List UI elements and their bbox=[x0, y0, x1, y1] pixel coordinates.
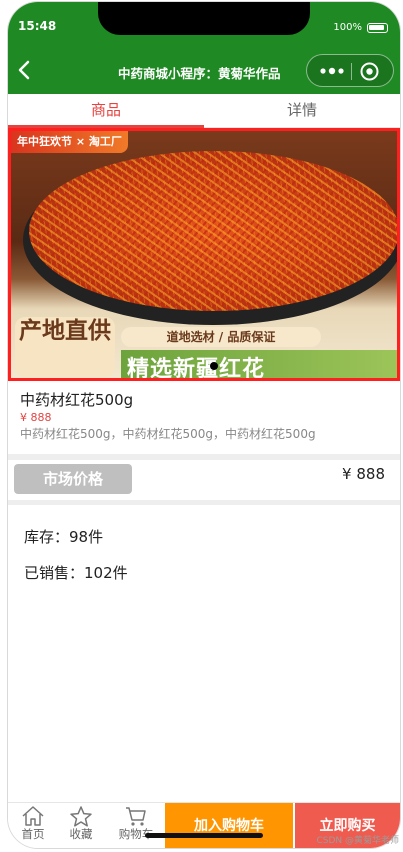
capsule-divider bbox=[351, 63, 352, 80]
safflower-image bbox=[29, 151, 397, 311]
market-price-row: 市场价格 ¥ 888 bbox=[8, 460, 400, 500]
product-info: 中药材红花500g ¥ 888 中药材红花500g，中药材红花500g，中药材红… bbox=[8, 381, 400, 454]
close-mini-program-icon[interactable] bbox=[360, 62, 379, 81]
tab-bar: 商品 详情 bbox=[8, 94, 400, 128]
hero-headline: 精选新疆红花 bbox=[127, 357, 266, 381]
nav-home[interactable]: 首页 bbox=[8, 805, 58, 841]
market-price-button[interactable]: 市场价格 bbox=[14, 464, 132, 494]
page-title: 中药商城小程序：黄菊华作品 bbox=[118, 66, 281, 81]
nav-favorite-label: 收藏 bbox=[69, 827, 93, 841]
status-time: 15:48 bbox=[18, 19, 57, 33]
product-image-carousel[interactable]: 年中狂欢节 × 淘工厂 产地直供 道地选材 / 品质保证 精选新疆红花 bbox=[8, 128, 400, 381]
carousel-indicator-dot[interactable] bbox=[210, 362, 218, 370]
star-icon bbox=[70, 806, 92, 827]
more-icon[interactable] bbox=[319, 65, 345, 77]
promo-banner: 年中狂欢节 × 淘工厂 bbox=[11, 131, 128, 153]
product-name: 中药材红花500g bbox=[20, 391, 134, 409]
cart-icon bbox=[126, 807, 146, 826]
inventory-text: 库存：98件 bbox=[24, 528, 104, 546]
watermark: CSDN @黄菊华老师 bbox=[316, 836, 399, 846]
product-price: ¥ 888 bbox=[20, 411, 52, 424]
stock-section: 库存：98件 已销售：102件 bbox=[8, 505, 400, 802]
battery-icon bbox=[367, 23, 388, 33]
nav-home-label: 首页 bbox=[21, 827, 45, 841]
tab-detail[interactable]: 详情 bbox=[204, 94, 400, 127]
back-arrow-icon[interactable] bbox=[17, 60, 31, 80]
home-indicator bbox=[145, 833, 263, 838]
add-to-cart-button[interactable]: 加入购物车 bbox=[165, 803, 293, 848]
mini-program-capsule bbox=[306, 54, 394, 87]
phone-frame: 15:48 100% 中药商城小程序：黄菊华作品 商品 详情 年中狂欢节 × 淘… bbox=[8, 2, 400, 848]
market-price-value: ¥ 888 bbox=[342, 465, 385, 483]
device-notch bbox=[98, 2, 310, 35]
tab-product[interactable]: 商品 bbox=[8, 94, 204, 127]
home-icon bbox=[22, 806, 44, 826]
quality-tagline: 道地选材 / 品质保证 bbox=[121, 327, 321, 347]
sold-count-text: 已销售：102件 bbox=[24, 564, 128, 582]
nav-favorite[interactable]: 收藏 bbox=[56, 805, 106, 841]
battery-percent: 100% bbox=[333, 22, 362, 33]
header: 15:48 100% 中药商城小程序：黄菊华作品 bbox=[8, 2, 400, 94]
origin-text: 产地直供 bbox=[19, 318, 111, 344]
product-description: 中药材红花500g，中药材红花500g，中药材红花500g bbox=[20, 427, 316, 441]
